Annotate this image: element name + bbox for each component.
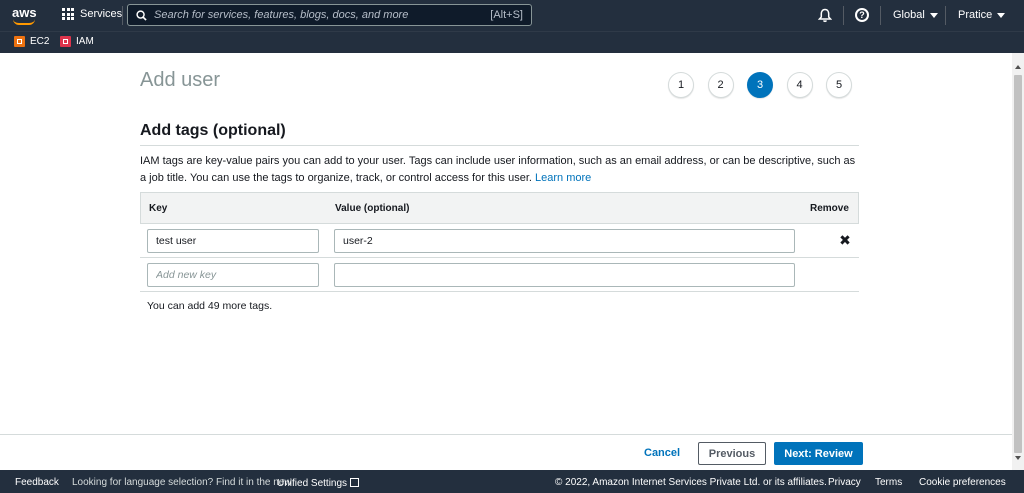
aws-logo[interactable]: aws (12, 5, 42, 25)
table-row-new (140, 258, 859, 292)
remaining-tags-note: You can add 49 more tags. (147, 300, 273, 312)
help-icon[interactable]: ? (855, 8, 869, 22)
scroll-up-arrow-icon[interactable] (1015, 65, 1021, 69)
services-menu-button[interactable]: Services (62, 8, 122, 20)
unified-settings-link[interactable]: Unified Settings (277, 477, 360, 489)
cookie-preferences-link[interactable]: Cookie preferences (919, 477, 1006, 488)
favorite-iam[interactable]: IAM (60, 36, 94, 47)
ec2-service-icon (14, 36, 25, 47)
tag-value-input[interactable] (334, 229, 795, 253)
favorite-ec2[interactable]: EC2 (14, 36, 49, 47)
new-tag-value-input[interactable] (334, 263, 795, 287)
aws-smile-icon (13, 19, 35, 25)
region-label: Global (893, 9, 925, 21)
nav-divider (945, 6, 946, 25)
new-tag-key-input[interactable] (147, 263, 319, 287)
column-header-value: Value (optional) (335, 203, 410, 214)
aws-logo-text: aws (12, 5, 37, 20)
top-navigation-bar: aws Services [Alt+S] ? Global Pratice (0, 0, 1024, 31)
column-header-key: Key (149, 203, 168, 214)
table-row: ✖ (140, 224, 859, 258)
console-footer: Feedback Looking for language selection?… (0, 470, 1024, 493)
favorites-bar: EC2 IAM (0, 31, 1024, 53)
grid-icon (62, 8, 74, 20)
step-1[interactable]: 1 (668, 72, 694, 98)
nav-divider (843, 6, 844, 25)
section-title: Add tags (optional) (140, 122, 286, 139)
account-label: Pratice (958, 9, 993, 21)
services-label: Services (80, 8, 123, 20)
unified-settings-label: Unified Settings (277, 478, 348, 489)
step-2[interactable]: 2 (707, 72, 734, 98)
page-title: Add user (140, 69, 221, 91)
next-review-button[interactable]: Next: Review (774, 442, 863, 465)
wizard-stepper: 1 2 3 4 5 (668, 72, 866, 98)
column-header-remove: Remove (810, 203, 849, 214)
learn-more-link[interactable]: Learn more (535, 172, 591, 184)
iam-service-icon (60, 36, 71, 47)
step-5[interactable]: 5 (826, 72, 852, 98)
wizard-action-bar: Cancel Previous Next: Review (0, 434, 1012, 470)
favorite-label: IAM (76, 36, 94, 47)
terms-link[interactable]: Terms (875, 477, 902, 488)
external-link-icon (350, 478, 360, 487)
copyright-text: © 2022, Amazon Internet Services Private… (555, 477, 827, 488)
step-4[interactable]: 4 (786, 72, 813, 98)
feedback-link[interactable]: Feedback (15, 477, 59, 488)
search-shortcut-hint: [Alt+S] (490, 9, 523, 21)
cancel-button[interactable]: Cancel (644, 447, 680, 459)
search-input[interactable] (154, 7, 474, 23)
scroll-thumb[interactable] (1014, 75, 1022, 453)
tags-description: IAM tags are key-value pairs you can add… (140, 153, 860, 186)
scroll-down-arrow-icon[interactable] (1015, 456, 1021, 460)
region-selector[interactable]: Global (893, 9, 938, 21)
tags-table: Key Value (optional) Remove ✖ (140, 192, 859, 292)
caret-down-icon (997, 12, 1006, 18)
tag-key-input[interactable] (147, 229, 319, 253)
language-notice: Looking for language selection? Find it … (72, 477, 292, 488)
table-header: Key Value (optional) Remove (140, 192, 859, 224)
step-3-active[interactable]: 3 (747, 72, 773, 98)
previous-button[interactable]: Previous (698, 442, 766, 465)
account-menu[interactable]: Pratice (958, 9, 1006, 21)
search-bar[interactable]: [Alt+S] (127, 4, 532, 26)
remove-tag-icon[interactable]: ✖ (839, 233, 851, 247)
privacy-link[interactable]: Privacy (828, 477, 861, 488)
favorite-label: EC2 (30, 36, 50, 47)
caret-down-icon (929, 12, 938, 18)
description-text: IAM tags are key-value pairs you can add… (140, 155, 856, 184)
section-divider (140, 145, 859, 146)
search-icon (136, 10, 147, 21)
notifications-bell-icon[interactable] (818, 8, 832, 23)
page-scrollbar[interactable] (1012, 53, 1024, 470)
nav-divider (880, 6, 881, 25)
nav-divider (122, 6, 123, 25)
